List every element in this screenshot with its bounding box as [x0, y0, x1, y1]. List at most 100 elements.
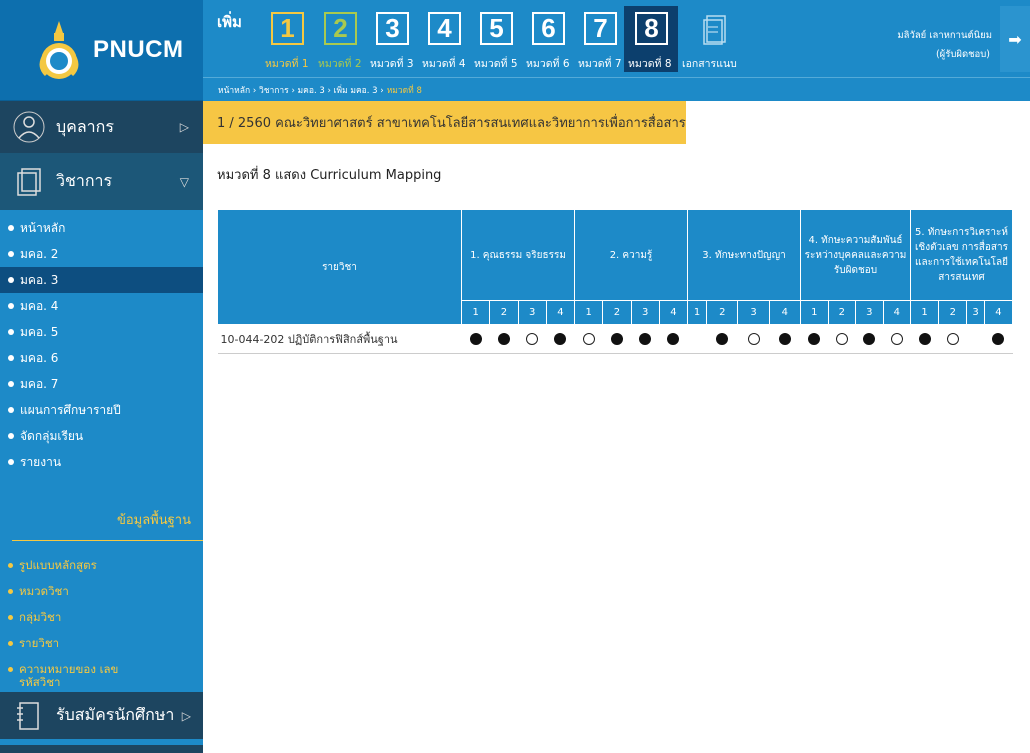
- primary-responsibility-dot-icon: [992, 332, 1005, 345]
- chapter-2-label[interactable]: หมวดที่ 2: [318, 55, 362, 72]
- chapter-1-label[interactable]: หมวดที่ 1: [265, 55, 309, 72]
- mapping-cell: [489, 324, 518, 354]
- chapter-3-label[interactable]: หมวดที่ 3: [370, 55, 414, 72]
- top-bar: เพิ่ม 1 2 3 4 5 6 7 8 หมวดที่ 1 หมวดที่ …: [203, 0, 1030, 77]
- sidebar: PNUCM บุคลากร ▷ วิชาการ ▽ หน้าหลัก มคอ. …: [0, 0, 203, 753]
- chapter-8-button[interactable]: 8: [635, 12, 668, 45]
- bullet-icon: [8, 641, 13, 646]
- chapter-6-label[interactable]: หมวดที่ 6: [526, 55, 570, 72]
- mapping-cell: [631, 324, 660, 354]
- mapping-cell: [769, 324, 801, 354]
- sidebar-item-label: รายงาน: [20, 454, 62, 469]
- chapter-7-button[interactable]: 7: [584, 12, 617, 45]
- course-banner: 1 / 2560 คณะวิทยาศาสตร์ สาขาเทคโนโลยีสาร…: [203, 101, 686, 144]
- sub-column-header: 2: [827, 300, 856, 325]
- sidebar-item-label: มคอ. 4: [20, 298, 59, 313]
- sidebar-item-tqf5[interactable]: มคอ. 5: [0, 319, 203, 345]
- bullet-icon: [8, 329, 14, 335]
- add-label: เพิ่ม: [217, 13, 242, 31]
- group-header: 1. คุณธรรม จริยธรรม: [461, 209, 575, 301]
- sidebar-item-label: จัดกลุ่มเรียน: [20, 428, 84, 443]
- table-row: 10-044-202 ปฏิบัติการฟิสิกส์พื้นฐาน: [217, 324, 1013, 354]
- sidebar-section-admission[interactable]: รับสมัครนักศึกษา ▷: [0, 692, 203, 739]
- sidebar-item-tqf7[interactable]: มคอ. 7: [0, 371, 203, 397]
- sidebar-item-label: มคอ. 3: [20, 272, 59, 287]
- sidebar-item-label: กลุ่มวิชา: [19, 610, 62, 624]
- chapter-7-label[interactable]: หมวดที่ 7: [578, 55, 622, 72]
- bullet-icon: [8, 459, 14, 465]
- chapter-4-label[interactable]: หมวดที่ 4: [422, 55, 466, 72]
- sidebar-section-academic[interactable]: วิชาการ ▽: [0, 153, 203, 210]
- mapping-cell: [800, 324, 828, 354]
- mapping-cell: [659, 324, 688, 354]
- academic-menu: หน้าหลัก มคอ. 2 มคอ. 3 มคอ. 4 มคอ. 5 มคอ…: [0, 210, 203, 475]
- sub-column-header: 1: [573, 300, 604, 325]
- primary-responsibility-dot-icon: [667, 332, 680, 345]
- sidebar-item-reports[interactable]: รายงาน: [0, 449, 203, 475]
- sidebar-section-label: รับสมัครนักศึกษา: [56, 705, 175, 724]
- course-name-cell: 10-044-202 ปฏิบัติการฟิสิกส์พื้นฐาน: [217, 324, 462, 354]
- sidebar-item-curriculum-format[interactable]: รูปแบบหลักสูตร: [0, 553, 203, 579]
- attachment-label[interactable]: เอกสารแนบ: [682, 55, 737, 72]
- chapter-2-button[interactable]: 2: [324, 12, 357, 45]
- sidebar-section-label: บุคลากร: [56, 116, 114, 136]
- breadcrumb-current: หมวดที่ 8: [386, 85, 422, 96]
- sidebar-item-tqf4[interactable]: มคอ. 4: [0, 293, 203, 319]
- sidebar-item-subject-group[interactable]: กลุ่มวิชา: [0, 605, 203, 631]
- course-column-header: รายวิชา: [217, 209, 462, 325]
- bullet-icon: [8, 355, 14, 361]
- bullet-icon: [8, 277, 14, 283]
- sidebar-item-study-plan[interactable]: แผนการศึกษารายปี: [0, 397, 203, 423]
- sidebar-item-courses[interactable]: รายวิชา: [0, 631, 203, 657]
- chapter-5-button[interactable]: 5: [480, 12, 513, 45]
- sub-column-header: 4: [882, 300, 911, 325]
- sidebar-item-tqf6[interactable]: มคอ. 6: [0, 345, 203, 371]
- sub-column-header: 1: [800, 300, 829, 325]
- mapping-cell: [828, 324, 856, 354]
- secondary-responsibility-circle-icon: [582, 332, 595, 345]
- sidebar-item-home[interactable]: หน้าหลัก: [0, 215, 203, 241]
- sidebar-item-label: มคอ. 6: [20, 350, 59, 365]
- sub-column-header: 3: [517, 300, 547, 325]
- chevron-right-icon: ▷: [179, 120, 189, 134]
- group-header: 3. ทักษะทางปัญญา: [687, 209, 801, 301]
- person-icon: [13, 111, 45, 143]
- sub-column-header: 1: [909, 300, 940, 325]
- sub-column-header: 2: [602, 300, 632, 325]
- chevron-right-icon: ▷: [181, 708, 191, 723]
- sub-column-header: 1: [686, 300, 708, 325]
- sub-column-header: 4: [658, 300, 689, 325]
- mapping-cell: [602, 324, 631, 354]
- primary-responsibility-dot-icon: [863, 332, 876, 345]
- mapping-cell: [966, 324, 985, 354]
- chapter-1-button[interactable]: 1: [271, 12, 304, 45]
- chevron-down-icon: ▽: [179, 174, 189, 189]
- sidebar-item-course-code-meaning[interactable]: ความหมายของ เลขรหัสวิชา: [0, 657, 120, 689]
- mapping-cell: [706, 324, 738, 354]
- chapter-5-label[interactable]: หมวดที่ 5: [474, 55, 518, 72]
- group-header: 5. ทักษะการวิเคราะห์เชิงตัวเลข การสื่อสา…: [910, 209, 1013, 301]
- sidebar-item-label: แผนการศึกษารายปี: [20, 402, 121, 417]
- logo[interactable]: PNUCM: [0, 0, 203, 101]
- primary-responsibility-dot-icon: [918, 332, 931, 345]
- secondary-responsibility-circle-icon: [747, 332, 760, 345]
- sub-column-header: 2: [938, 300, 968, 325]
- bullet-icon: [8, 667, 13, 672]
- sidebar-item-tqf3[interactable]: มคอ. 3: [0, 267, 203, 293]
- attachment-document-icon[interactable]: [701, 12, 731, 46]
- chapter-3-button[interactable]: 3: [376, 12, 409, 45]
- sub-column-header: 2: [706, 300, 739, 325]
- primary-responsibility-dot-icon: [778, 332, 791, 345]
- chapter-4-button[interactable]: 4: [428, 12, 461, 45]
- bullet-icon: [8, 381, 14, 387]
- sidebar-item-subject-category[interactable]: หมวดวิชา: [0, 579, 203, 605]
- chapter-8-label[interactable]: หมวดที่ 8: [628, 55, 672, 72]
- basic-data-title: ข้อมูลพื้นฐาน: [12, 509, 203, 541]
- bullet-icon: [8, 563, 13, 568]
- sidebar-section-personnel[interactable]: บุคลากร ▷: [0, 101, 203, 153]
- sidebar-item-class-groups[interactable]: จัดกลุ่มเรียน: [0, 423, 203, 449]
- chapter-6-button[interactable]: 6: [532, 12, 565, 45]
- breadcrumb-path[interactable]: หน้าหลัก › วิชาการ › มคอ. 3 › เพิ่ม มคอ.…: [218, 83, 384, 97]
- logout-button[interactable]: ➡: [1000, 6, 1030, 72]
- sidebar-item-tqf2[interactable]: มคอ. 2: [0, 241, 203, 267]
